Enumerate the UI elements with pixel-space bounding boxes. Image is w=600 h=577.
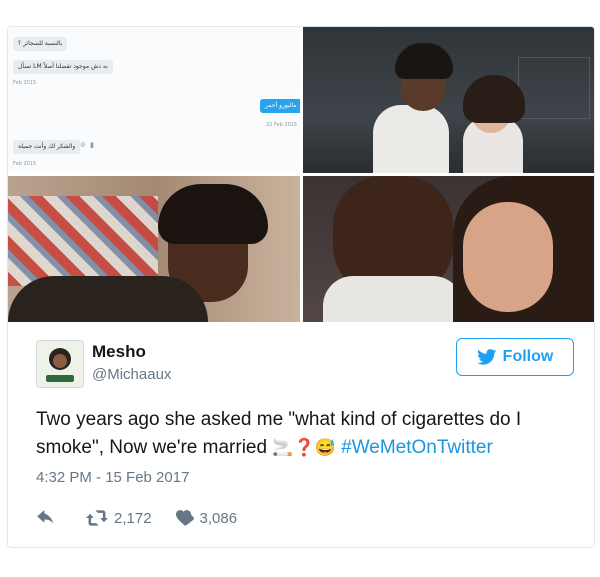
dm-timestamp: Feb 2015	[13, 161, 37, 167]
dm-message-incoming: والشكر لك وأنت جميلة	[13, 140, 81, 154]
media-photo-couple-selfie[interactable]	[303, 176, 594, 322]
retweet-button[interactable]: 2,172	[86, 510, 152, 527]
tweet-timestamp[interactable]: 4:32 PM - 15 Feb 2017	[36, 469, 189, 486]
avatar[interactable]	[36, 340, 84, 388]
twitter-bird-icon	[476, 349, 496, 365]
dm-message-outgoing: مالبورو أحمر	[260, 99, 300, 113]
retweet-count: 2,172	[114, 509, 152, 527]
dm-message-incoming: تسأل LM نه دش موجود تفضلنا أصلاً	[13, 60, 113, 74]
dm-timestamp: Feb 2015	[13, 80, 37, 86]
like-count: 3,086	[199, 509, 238, 527]
follow-button[interactable]: Follow	[456, 338, 574, 376]
photo-window	[518, 57, 590, 119]
dm-timestamp: 22 Feb 2015	[266, 122, 298, 128]
hashtag-link[interactable]: #WeMetOnTwitter	[341, 437, 493, 458]
tweet-actions: 2,172 3,086	[36, 508, 261, 528]
photo-face-woman	[463, 202, 553, 312]
photo-shirt	[373, 105, 449, 173]
reply-icon	[37, 510, 54, 524]
heart-icon	[175, 510, 194, 526]
display-name[interactable]: Mesho	[92, 342, 146, 362]
embedded-tweet-card: بالنسبة للسجائر ؟ تسأل LM نه دش موجود تف…	[7, 26, 595, 548]
cigarette-question-sweat-emoji-icon: 🚬❓😅	[272, 438, 336, 457]
tweet-text: Two years ago she asked me "what kind of…	[36, 406, 576, 462]
reply-button[interactable]	[36, 510, 62, 526]
photo-plaid-shirt	[8, 196, 158, 286]
like-button[interactable]: 3,086	[175, 509, 238, 527]
tweet-body: Mesho @Michaaux Follow Two years ago she…	[8, 323, 594, 547]
follow-label: Follow	[502, 348, 554, 365]
media-photo-man-bed[interactable]	[8, 176, 300, 322]
trash-icon: ▮	[90, 142, 94, 149]
retweet-icon	[86, 510, 108, 526]
photo-hair-man	[158, 184, 268, 244]
photo-hair-foreground	[8, 276, 208, 322]
photo-shirt	[323, 276, 463, 322]
media-grid[interactable]: بالنسبة للسجائر ؟ تسأل LM نه دش موجود تف…	[8, 27, 594, 322]
dm-message-incoming: بالنسبة للسجائر ؟	[13, 37, 68, 51]
block-icon: ⊘	[80, 142, 86, 149]
media-dm-screenshot[interactable]: بالنسبة للسجائر ؟ تسأل LM نه دش موجود تف…	[8, 27, 300, 173]
media-photo-couple-night[interactable]	[303, 27, 594, 173]
user-handle[interactable]: @Michaaux	[92, 366, 171, 383]
avatar-illustration-icon	[37, 341, 83, 387]
